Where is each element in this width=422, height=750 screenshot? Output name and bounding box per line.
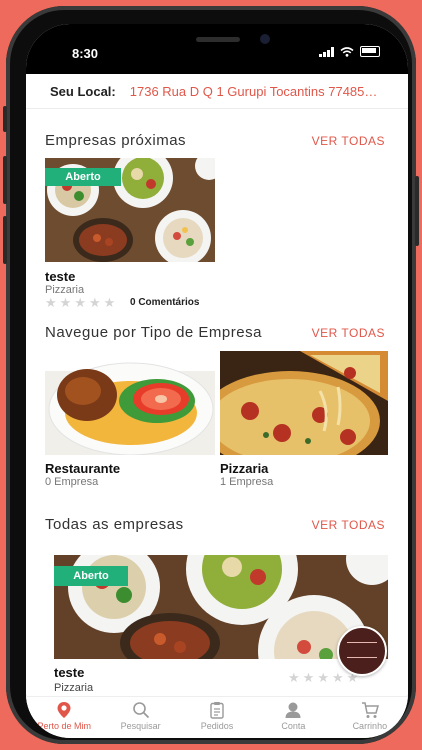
volume-up-button (3, 156, 7, 204)
type-image-restaurante (45, 351, 215, 455)
company-logo-avatar (337, 626, 387, 676)
types-title: Navegue por Tipo de Empresa (45, 324, 262, 341)
all-company-open-badge: Aberto (54, 566, 128, 586)
nav-label-search: Pesquisar (120, 721, 161, 731)
cart-icon (361, 702, 379, 718)
star-icon: ★ (59, 295, 72, 310)
search-icon (132, 702, 149, 719)
nearby-card-comments: 0 Comentários (130, 297, 200, 308)
type-count-restaurante: 0 Empresa (45, 476, 99, 488)
nearby-card-name: teste (45, 269, 76, 284)
star-icon: ★ (302, 670, 315, 685)
types-see-all-link[interactable]: VER TODAS (312, 326, 385, 340)
nav-item-account[interactable]: Conta (255, 697, 331, 738)
status-icons (319, 46, 380, 57)
phone-frame: 8:30 Seu Local: 1736 Rua D Q 1 Gurupi To… (3, 6, 419, 744)
star-icon: ★ (288, 670, 300, 685)
star-icon: ★ (74, 295, 86, 310)
star-icon: ★ (103, 295, 116, 310)
screen: 8:30 Seu Local: 1736 Rua D Q 1 Gurupi To… (26, 24, 408, 738)
type-image-pizzaria (220, 351, 388, 455)
nav-label-near-me: Perto de Mim (37, 721, 91, 731)
nav-label-cart: Carrinho (352, 721, 388, 731)
location-bar[interactable]: Seu Local: 1736 Rua D Q 1 Gurupi Tocanti… (26, 74, 408, 109)
star-icon: ★ (45, 295, 57, 310)
all-section-header: Todas as empresas VER TODAS (45, 516, 385, 533)
all-company-name: teste (54, 665, 85, 680)
bottom-nav: Perto de Mim Pesquisar Pedidos Conta Car… (26, 696, 408, 738)
wifi-icon (340, 46, 354, 57)
nearby-open-badge: Aberto (45, 168, 121, 186)
nav-item-near-me[interactable]: Perto de Mim (26, 697, 102, 738)
nav-label-account: Conta (281, 721, 306, 731)
type-name-restaurante: Restaurante (45, 461, 121, 476)
nav-item-search[interactable]: Pesquisar (102, 697, 178, 738)
all-title: Todas as empresas (45, 516, 184, 533)
speaker (196, 37, 240, 42)
star-icon: ★ (88, 295, 101, 310)
star-icon: ★ (317, 670, 329, 685)
all-see-all-link[interactable]: VER TODAS (312, 518, 385, 532)
nav-item-orders[interactable]: Pedidos (179, 697, 255, 738)
type-name-pizzaria: Pizzaria (220, 461, 269, 476)
nearby-section-header: Empresas próximas VER TODAS (45, 132, 385, 149)
front-camera (260, 34, 270, 44)
power-button (415, 176, 419, 246)
nearby-title: Empresas próximas (45, 132, 187, 149)
types-section-header: Navegue por Tipo de Empresa VER TODAS (45, 324, 385, 341)
status-bar: 8:30 (26, 24, 408, 74)
clipboard-icon (210, 702, 224, 719)
volume-down-button (3, 216, 7, 264)
battery-icon (360, 46, 380, 57)
nearby-see-all-link[interactable]: VER TODAS (312, 134, 385, 148)
nearby-card-image: Aberto (45, 158, 215, 262)
nav-item-cart[interactable]: Carrinho (332, 697, 408, 738)
user-icon (285, 702, 301, 718)
map-pin-icon (57, 702, 71, 718)
all-company-rating: ★ ★ ★ ★ ★ (288, 670, 358, 686)
star-icon: ★ (331, 670, 344, 685)
type-count-pizzaria: 1 Empresa (220, 476, 274, 488)
cellular-signal-icon (319, 46, 334, 57)
mute-switch (3, 106, 7, 132)
location-label: Seu Local: (50, 83, 116, 99)
all-company-category: Pizzaria (54, 682, 94, 694)
status-time: 8:30 (72, 46, 99, 61)
nearby-card-rating: ★ ★ ★ ★ ★ (45, 295, 115, 311)
location-address[interactable]: 1736 Rua D Q 1 Gurupi Tocantins 77485-0.… (130, 84, 380, 99)
nav-label-orders: Pedidos (200, 721, 234, 731)
